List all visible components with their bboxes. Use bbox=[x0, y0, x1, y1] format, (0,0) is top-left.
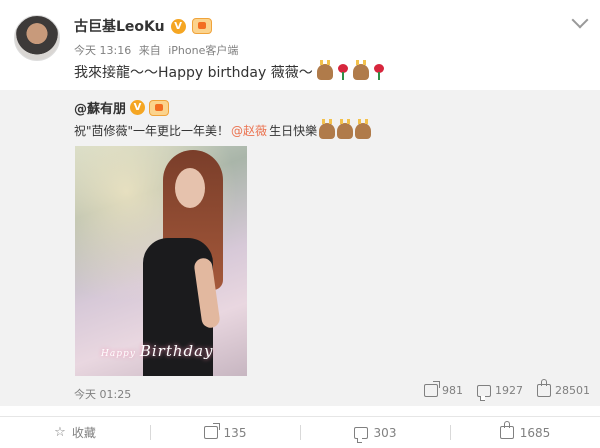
like-icon bbox=[537, 379, 551, 397]
cake-icon bbox=[316, 60, 333, 80]
post-meta: 今天 13:16 来自 iPhone客户端 bbox=[74, 42, 242, 58]
member-icon bbox=[191, 18, 212, 34]
favorite-label: 收藏 bbox=[71, 426, 96, 440]
chevron-down-icon[interactable] bbox=[571, 11, 589, 29]
cake-icon bbox=[352, 60, 369, 80]
photo-caption: Happy Birthday bbox=[101, 342, 214, 360]
repost-button[interactable]: 135 bbox=[150, 417, 300, 448]
author-name[interactable]: 古巨基LeoKu bbox=[74, 16, 165, 36]
like-icon bbox=[499, 421, 514, 439]
author-row: 古巨基LeoKu V bbox=[74, 16, 212, 36]
comment-icon bbox=[477, 384, 491, 401]
repost-text-before: 祝"茴修薇"一年更比一年美！ bbox=[74, 124, 230, 138]
share-icon bbox=[424, 384, 438, 397]
repost-author-row: @蘇有朋 V bbox=[74, 98, 170, 117]
avatar[interactable] bbox=[14, 15, 60, 61]
repost-button-count: 135 bbox=[223, 425, 247, 440]
repost-author-name[interactable]: @蘇有朋 bbox=[74, 98, 126, 117]
comment-button[interactable]: 303 bbox=[300, 417, 450, 448]
birthday-photo[interactable]: Happy Birthday bbox=[75, 146, 247, 376]
member-icon bbox=[149, 99, 170, 116]
rose-icon bbox=[337, 64, 349, 80]
repost-box: @蘇有朋 V 祝"茴修薇"一年更比一年美！ @赵薇 生日快樂 Happy Birt… bbox=[0, 90, 600, 406]
like-button[interactable]: 1685 bbox=[450, 417, 600, 448]
repost-stat-comments[interactable]: 1927 bbox=[477, 384, 523, 401]
repost-stats: 981 1927 28501 bbox=[424, 379, 590, 401]
cake-icon bbox=[337, 118, 354, 139]
cake-icon bbox=[319, 118, 336, 139]
post-source[interactable]: iPhone客户端 bbox=[168, 44, 238, 57]
verified-badge-icon: V bbox=[130, 100, 146, 115]
photo-caption-main: Birthday bbox=[139, 342, 214, 360]
repost-text: 祝"茴修薇"一年更比一年美！ @赵薇 生日快樂 bbox=[74, 118, 372, 139]
comment-icon bbox=[353, 426, 368, 443]
mention-link[interactable]: @赵薇 bbox=[231, 122, 267, 139]
like-count: 28501 bbox=[555, 384, 590, 397]
rose-icon bbox=[373, 64, 385, 80]
repost-text-after: 生日快樂 bbox=[269, 124, 318, 138]
verified-badge-icon: V bbox=[170, 18, 186, 34]
source-prefix: 来自 bbox=[138, 44, 161, 57]
post-time[interactable]: 今天 13:16 bbox=[74, 44, 131, 57]
post-text-content: 我來接龍～～Happy birthday 薇薇～ bbox=[74, 65, 313, 81]
comment-count: 1927 bbox=[495, 384, 523, 397]
repost-time[interactable]: 今天 01:25 bbox=[74, 386, 131, 402]
comment-button-count: 303 bbox=[373, 425, 397, 440]
repost-stat-likes[interactable]: 28501 bbox=[537, 379, 590, 397]
repost-stat-reposts[interactable]: 981 bbox=[424, 384, 463, 397]
cake-icon bbox=[355, 118, 372, 139]
share-icon bbox=[203, 426, 218, 439]
star-icon: ☆ bbox=[54, 425, 66, 440]
favorite-button[interactable]: ☆ 收藏 bbox=[0, 417, 150, 448]
repost-count: 981 bbox=[442, 384, 463, 397]
action-bar: ☆ 收藏 135 303 1685 bbox=[0, 416, 600, 448]
photo-caption-small: Happy bbox=[101, 349, 136, 359]
post-text: 我來接龍～～Happy birthday 薇薇～ bbox=[74, 60, 385, 82]
like-button-count: 1685 bbox=[519, 425, 551, 440]
